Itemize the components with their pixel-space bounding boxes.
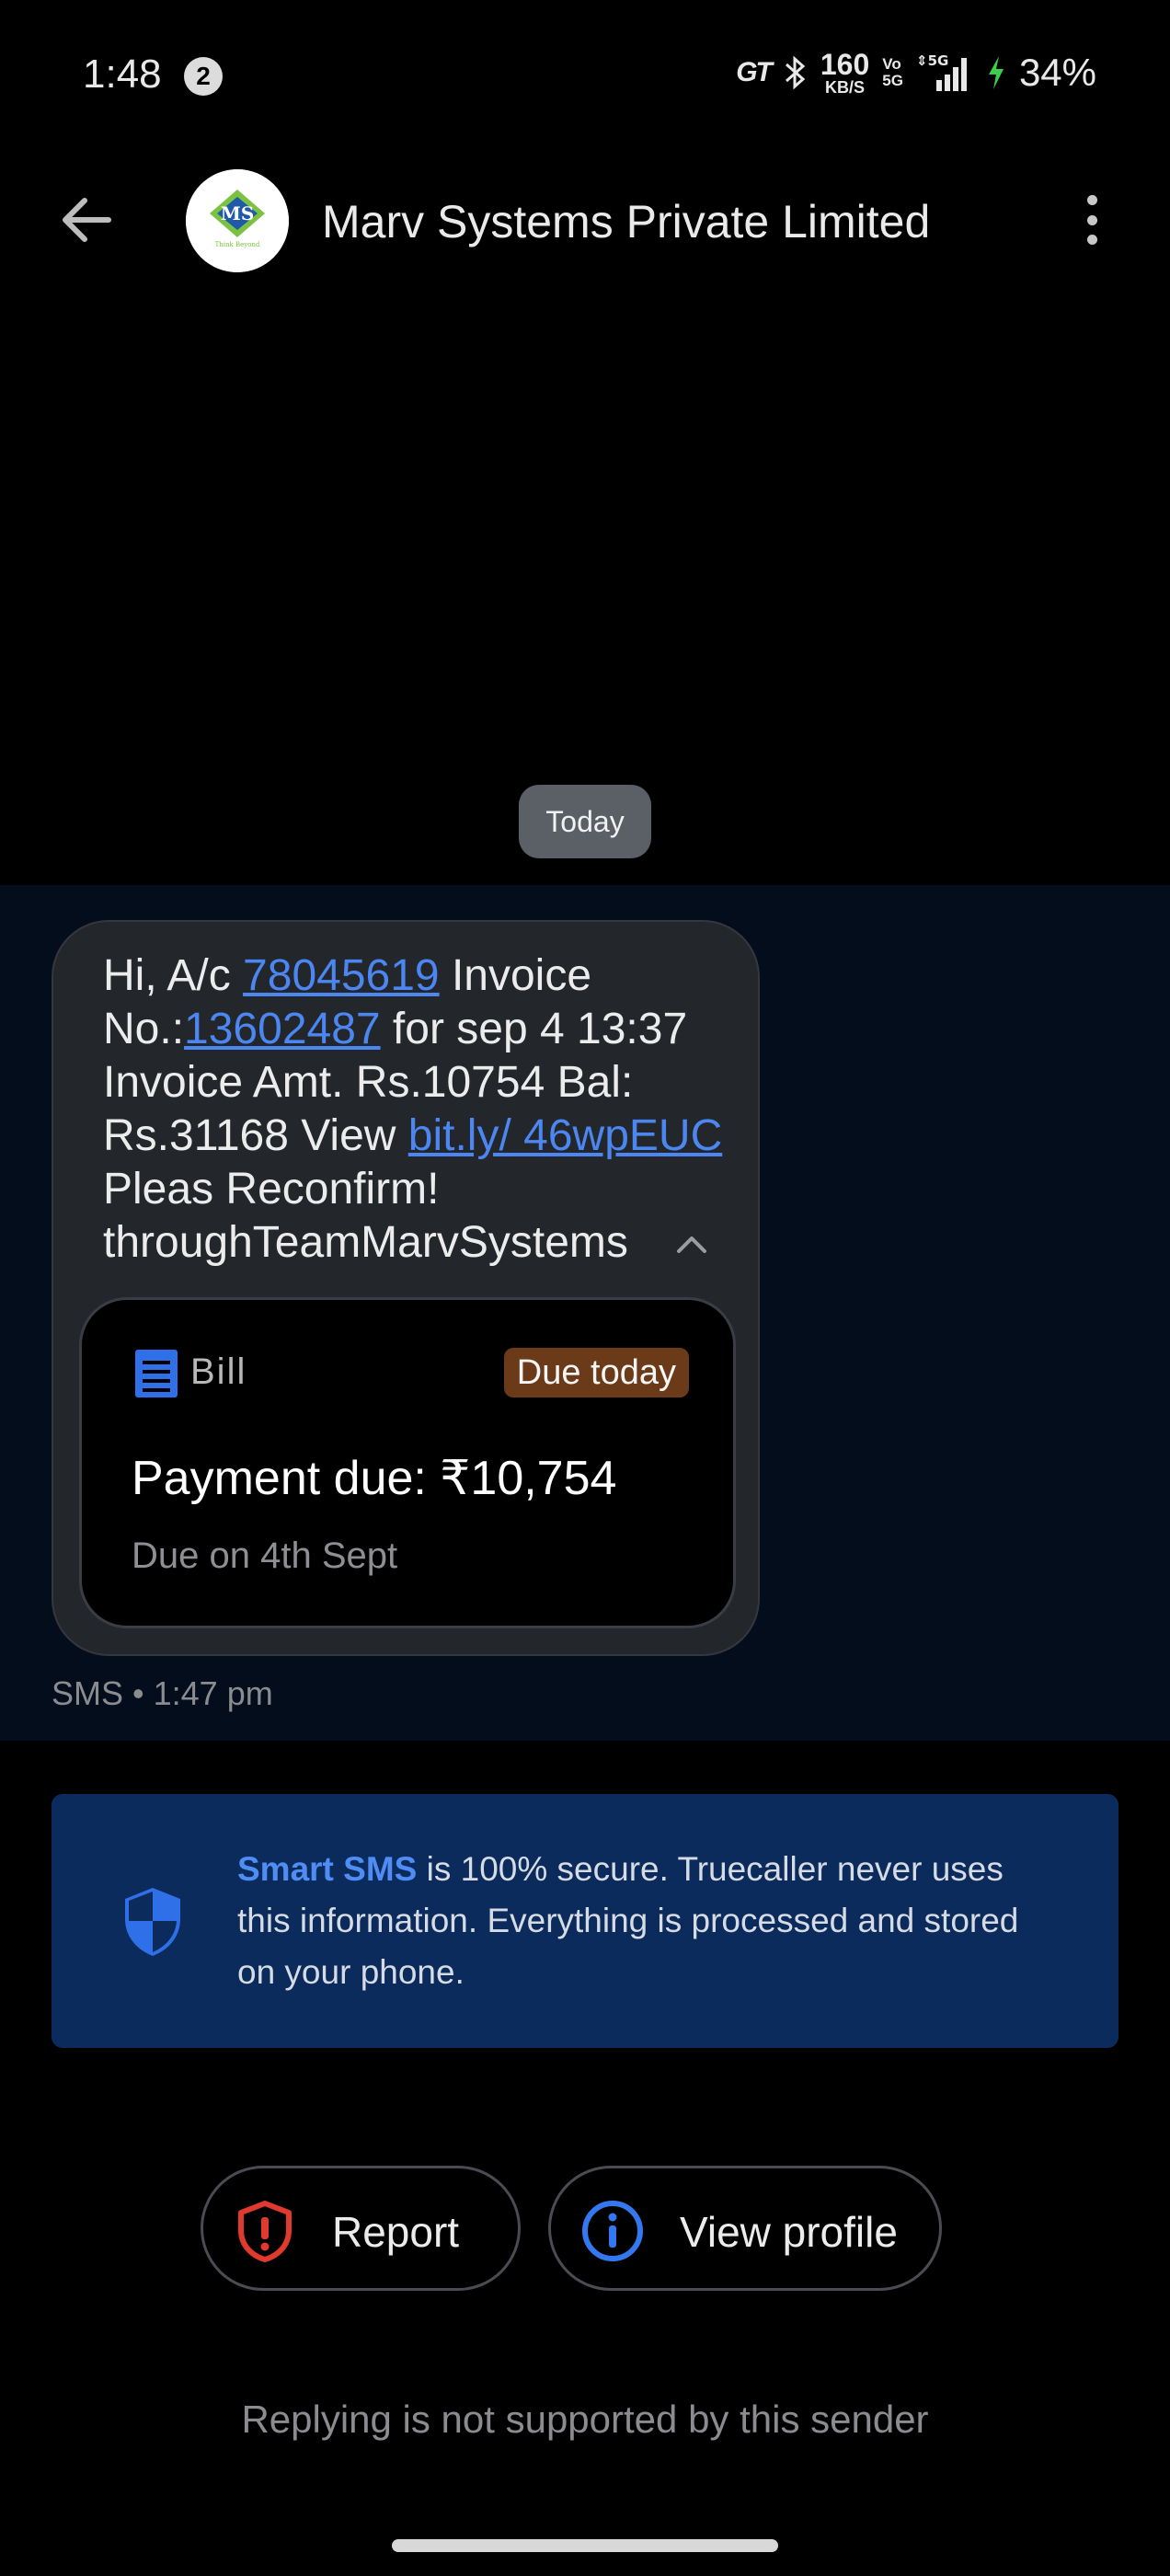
message-text: Hi, A/c 78045619 Invoice No.:13602487 fo… — [103, 951, 723, 1267]
sender-avatar[interactable]: MS Think Beyond — [186, 169, 289, 272]
home-indicator[interactable] — [392, 2539, 778, 2552]
status-bar: 1:48 2 GT 160 KB/S Vo 5G ⇕5G 34% — [0, 0, 1170, 147]
svg-text:Think Beyond: Think Beyond — [215, 241, 260, 248]
invoice-number-link[interactable]: 13602487 — [184, 1005, 381, 1053]
view-profile-button[interactable]: View profile — [548, 2166, 942, 2291]
status-time: 1:48 — [83, 52, 162, 97]
reply-not-supported-note: Replying is not supported by this sender — [241, 2398, 929, 2441]
info-icon — [582, 2201, 643, 2261]
back-arrow-icon — [63, 198, 111, 242]
battery-level: 34% — [1018, 51, 1096, 94]
notification-count-badge: 2 — [184, 57, 223, 96]
date-chip: Today — [519, 785, 651, 858]
sender-name[interactable]: Marv Systems Private Limited — [322, 195, 930, 248]
view-profile-label: View profile — [680, 2208, 898, 2256]
due-status-badge: Due today — [503, 1348, 689, 1397]
bluetooth-icon — [785, 55, 806, 90]
conversation-header: MS Think Beyond Marv Systems Private Lim… — [0, 147, 1170, 294]
bill-label: Bill — [190, 1351, 247, 1392]
payment-due-amount: Payment due: ₹10,754 — [132, 1452, 617, 1505]
collapse-message-button[interactable] — [671, 1224, 712, 1264]
ms-logo-icon: MS Think Beyond — [186, 169, 289, 272]
more-options-icon — [1086, 195, 1097, 205]
account-number-link[interactable]: 78045619 — [243, 951, 440, 1000]
charging-icon — [988, 56, 1004, 89]
gt-mode-icon: GT — [736, 57, 773, 87]
signal-icon: ⇕5G — [916, 52, 967, 91]
chevron-up-icon — [677, 1236, 706, 1253]
volte-icon: Vo 5G — [882, 55, 903, 89]
bill-card[interactable]: Bill Due today Payment due: ₹10,754 Due … — [79, 1297, 736, 1628]
message-meta: SMS • 1:47 pm — [52, 1674, 273, 1712]
secure-info-text: Smart SMS is 100% secure. Truecaller nev… — [237, 1850, 1019, 1991]
message-area: Hi, A/c 78045619 Invoice No.:13602487 fo… — [0, 885, 1170, 1741]
due-date: Due on 4th Sept — [132, 1535, 398, 1576]
status-icons: GT 160 KB/S Vo 5G ⇕5G 34% — [736, 50, 1096, 96]
smart-sms-secure-banner: Smart SMS is 100% secure. Truecaller nev… — [52, 1794, 1118, 2048]
svg-text:MS: MS — [221, 202, 255, 224]
shield-icon — [125, 1888, 180, 1956]
report-button[interactable]: Report — [201, 2166, 521, 2291]
report-shield-icon — [238, 2201, 292, 2262]
message-bubble[interactable]: Hi, A/c 78045619 Invoice No.:13602487 fo… — [52, 920, 760, 1656]
report-label: Report — [332, 2208, 460, 2256]
network-speed: 160 KB/S — [820, 48, 870, 97]
short-url-link[interactable]: bit.ly/ 46wpEUC — [408, 1111, 722, 1160]
bill-icon — [135, 1350, 178, 1397]
more-options-button[interactable] — [1069, 188, 1115, 252]
back-button[interactable] — [55, 188, 120, 252]
smart-sms-highlight: Smart SMS — [237, 1850, 418, 1888]
svg-text:⇕5G: ⇕5G — [916, 52, 948, 69]
